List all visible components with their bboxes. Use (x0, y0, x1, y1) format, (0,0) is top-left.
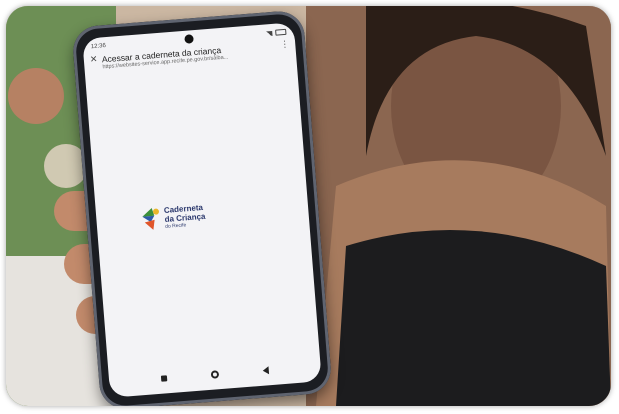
caderneta-logo-icon (142, 207, 159, 230)
recents-icon[interactable] (160, 375, 168, 382)
logo-text: Caderneta da Criança do Recife (164, 203, 207, 230)
status-icons (265, 28, 287, 37)
app-logo: Caderneta da Criança do Recife (140, 202, 207, 233)
android-nav-bar (109, 359, 321, 390)
signal-icon (265, 30, 273, 36)
status-time: 12:36 (90, 43, 107, 51)
battery-icon (275, 28, 287, 36)
phone-screen: 12:36 ✕ Acessar a caderneta da criança ⋮… (82, 22, 322, 398)
photo-frame: 12:36 ✕ Acessar a caderneta da criança ⋮… (6, 6, 611, 406)
home-icon[interactable] (210, 370, 220, 379)
close-icon[interactable]: ✕ (89, 54, 98, 66)
smartphone: 12:36 ✕ Acessar a caderneta da criança ⋮… (71, 9, 333, 406)
more-menu-icon[interactable]: ⋮ (280, 39, 290, 51)
back-icon[interactable] (262, 366, 270, 375)
